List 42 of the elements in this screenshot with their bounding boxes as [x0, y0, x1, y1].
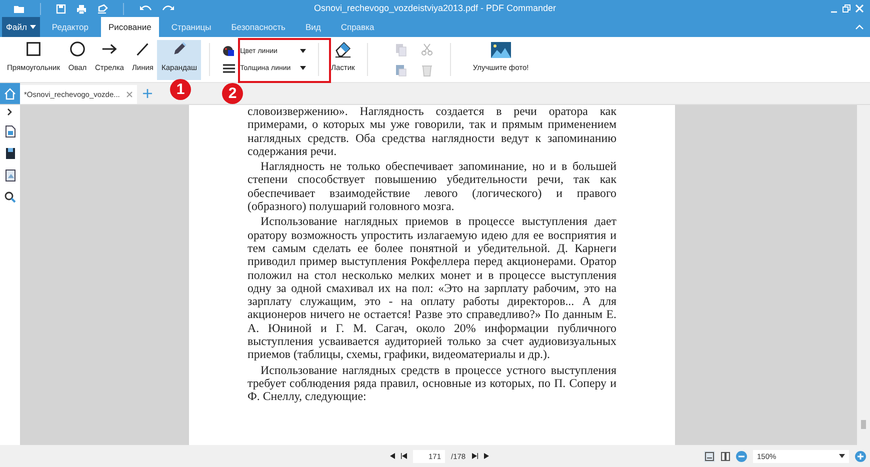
caret-icon: [30, 25, 36, 29]
zoom-in-icon[interactable]: [855, 450, 866, 462]
image-page-icon[interactable]: [4, 169, 16, 182]
page-thumbnails-icon[interactable]: [4, 125, 16, 138]
print-icon[interactable]: [76, 4, 87, 14]
paragraph: Наглядность не только обеспечивает запоминание, но и в большей степени способствует повышению убедительности речи, так как обеспечивает взаимодействие левого (логического) и правого (образного) полушарий головного мозга.: [248, 160, 616, 214]
last-page-icon[interactable]: [472, 453, 478, 459]
first-page-icon[interactable]: [401, 453, 407, 459]
book-icon[interactable]: [4, 147, 16, 160]
line-width-icon: [222, 62, 236, 74]
scrollbar[interactable]: [857, 105, 870, 445]
file-menu-button[interactable]: Файл: [2, 17, 40, 37]
circle-icon: [68, 40, 88, 58]
picture-icon: [490, 42, 511, 58]
save-icon[interactable]: [56, 4, 66, 14]
caret-icon: [300, 49, 306, 53]
square-icon: [24, 40, 43, 58]
redo-icon[interactable]: [162, 4, 175, 13]
paragraph: словоизвержению». Наглядность создается в речи оратора как примерами, о которых мы уже говорили, так и прямым применением наглядных средств. Оба средства наглядности ведут к запоминанию содержания речи.: [248, 105, 616, 158]
undo-icon[interactable]: [139, 4, 152, 13]
previous-page-icon[interactable]: [390, 453, 395, 459]
paragraph: Использование наглядных средств в процессе устного выступления требует соблюдения ряда правил, основные из которых, по П. Соперу и Ф. Снеллу, следующие:: [248, 364, 616, 404]
close-icon[interactable]: [126, 91, 133, 98]
brush-icon[interactable]: [97, 4, 108, 14]
palette-icon: [222, 45, 236, 57]
chevron-icon[interactable]: [7, 108, 13, 116]
home-icon: [4, 88, 16, 100]
single-page-icon[interactable]: [704, 450, 715, 462]
caret-icon: [839, 454, 845, 458]
menu-tab[interactable]: Рисование: [100, 17, 160, 37]
caret-icon: [300, 66, 306, 70]
plus-icon[interactable]: [142, 89, 152, 98]
search-icon[interactable]: [4, 191, 16, 203]
collapse-ribbon-icon[interactable]: [855, 24, 864, 30]
two-pages-icon[interactable]: [721, 452, 730, 460]
restore-icon[interactable]: [842, 4, 851, 13]
next-page-icon[interactable]: [484, 453, 489, 459]
folder-icon[interactable]: [13, 4, 25, 14]
paragraph: Использование наглядных приемов в процессе выступления дает оратору возможность упростить излагаемую идею для ее восприятия и тем самым сделать ее более понятной и убедительной. Д. Карнеги приводил пример выступления Рокфеллера перед акционерами. Оратор положил на стол несколько мелких монет и в процессе выступления одну за одной смахивал их на пол: «Это на зарплату рабочим, это на зарплату служащим, это - на оплату работы директоров... А для акционеров ничего не остается! Разве это справедливо?» По данным Е. А. Юниной и Г. М. Сагач, около 20% информации публичного выступления усваивается аудиторией только за счет аудиовизуальных приемов (таблицы, схемы, графики, видеоматериалы и др.).: [248, 215, 616, 362]
window-title: Osnovi_rechevogo_vozdeistviya2013.pdf - PDF Commander: [314, 3, 556, 13]
zoom-out-icon[interactable]: [736, 450, 747, 462]
eraser-icon: [332, 40, 353, 58]
